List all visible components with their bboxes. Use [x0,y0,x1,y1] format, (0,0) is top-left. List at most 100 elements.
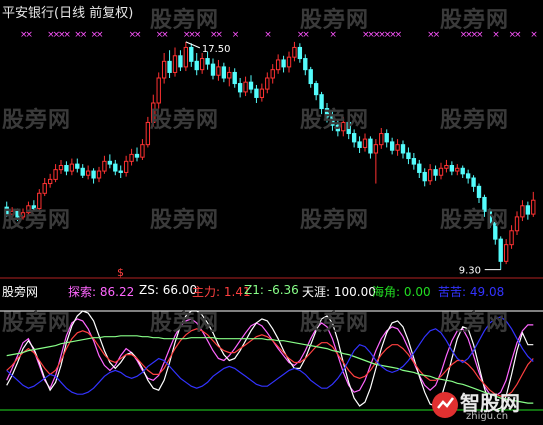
indicator-value: 100.00 [333,285,376,299]
candle-body [254,88,259,98]
signal-marker: × [514,30,522,40]
candle-body [167,60,172,73]
candle-body [47,178,53,185]
candle-body [85,170,91,176]
candle-body [91,170,96,179]
watermark: 股旁网 [2,311,72,336]
candle-body [281,59,286,68]
indicator-label: 主力: [192,285,221,299]
chart-title: 平安银行(日线 前复权) [2,6,134,21]
indicator-value: 86.22 [99,285,135,299]
watermark: 股旁网 [440,208,510,233]
indicator-item-zhuli: 主力: 1.41 [192,283,251,300]
candle-body [221,66,227,79]
candle-body [417,163,422,173]
logo-subtext: zhigu.cn [466,411,509,422]
indicator-label: Z1: [244,283,264,297]
candle-body [248,81,254,90]
candle-body [297,46,303,60]
indicator-label: 苦苦: [438,285,467,299]
indicator-label: 天涯: [302,285,331,299]
candle-body [75,163,80,169]
indicator-item-tansuo: 探索: 86.22 [68,283,134,300]
watermark: 股旁网 [300,208,370,233]
candle-body [395,144,400,151]
indicator-value: 0.00 [403,285,431,299]
candle-body [389,141,395,151]
candle-body [243,81,248,93]
candle-body [520,205,525,218]
indicator-item-zs: ZS: 66.00 [139,283,197,297]
candle-body [357,141,362,148]
candle-body [232,71,237,85]
indicator-label: 海角: [372,285,401,299]
indicator-item-kuku: 苦苦: 49.08 [438,283,504,300]
candle-body [259,88,265,98]
candle-body [205,58,210,65]
candle-body [351,133,357,143]
indicator-value: -6.36 [267,283,299,297]
candle-body [525,205,531,215]
candle-body [102,160,107,172]
watermark: 股旁网 [150,8,220,33]
candle-body [113,163,118,172]
candle-body [118,170,123,173]
watermark: 股旁网 [440,8,510,33]
candle-body [123,160,129,173]
watermark: 股旁网 [150,311,220,336]
candle-body [156,77,161,104]
candle-body [53,169,58,180]
watermark: 股旁网 [300,108,370,133]
candle-body [373,144,379,154]
candle-body [140,144,145,158]
site-logo: 智股网 zhigu.cn [430,387,542,423]
candle-body [362,138,368,148]
candle-body [384,133,389,143]
signal-marker: × [63,30,71,40]
candle-body [449,165,455,172]
candle-body [96,170,102,179]
candle-body [303,58,308,71]
signal-marker: × [25,30,33,40]
watermark: 股旁网 [440,108,510,133]
candle-body [460,167,465,175]
watermark: 股旁网 [300,311,370,336]
candle-body [433,169,438,176]
candle-body [178,55,183,68]
candle-body [471,177,476,187]
candle-body [368,138,373,154]
indicator-label: 探索: [68,285,97,299]
watermark: 股旁网 [2,108,72,133]
candle-body [498,238,503,262]
candle-body [172,55,178,73]
candle-body [80,167,85,176]
signal-marker: × [395,30,403,40]
watermark: 股旁网 [440,311,510,336]
candle-body [427,169,433,182]
candle-body [509,230,514,246]
candle-body [199,58,205,71]
watermark: 股旁网 [150,108,220,133]
candle-body [161,60,167,79]
candle-body [531,199,536,215]
indicator-item-haijiao: 海角: 0.00 [372,283,431,300]
low-price-label: 9.30 [459,266,481,277]
indicator-value: 49.08 [469,285,505,299]
candle-body [514,216,520,232]
candle-body [107,160,113,165]
watermark: 股旁网 [150,208,220,233]
candle-body [134,153,140,158]
candle-body [210,63,216,76]
watermark: 股旁网 [2,208,72,233]
signal-marker: × [433,30,441,40]
candle-body [237,83,243,93]
signal-marker: × [80,30,88,40]
candle-body [42,183,47,194]
candle-body [455,167,460,172]
signal-marker: × [530,30,538,40]
candle-body [216,66,221,76]
candle-body [411,158,417,165]
candle-body [265,77,270,90]
signal-marker: × [96,30,104,40]
candle-body [64,165,69,172]
